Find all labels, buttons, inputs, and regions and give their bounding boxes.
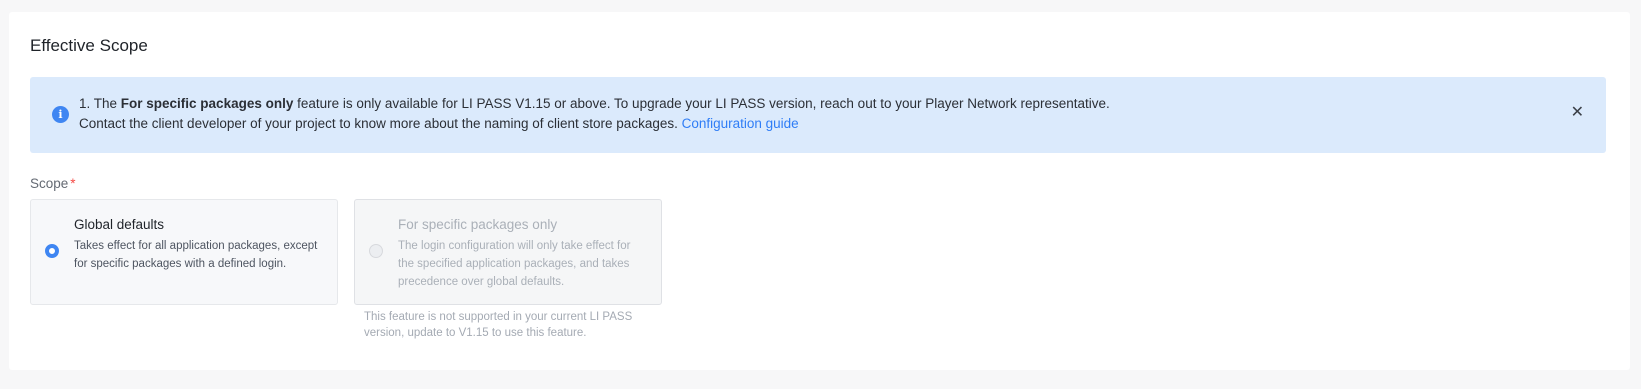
- alert-line1-suffix: feature is only available for LI PASS V1…: [293, 96, 1110, 111]
- option-title: Global defaults: [74, 217, 165, 232]
- alert-line-2: Contact the client developer of your pro…: [79, 114, 1110, 134]
- option-description: The login configuration will only take e…: [398, 240, 631, 288]
- required-mark: *: [70, 176, 76, 191]
- scope-option-specific-packages: For specific packages only The login con…: [354, 199, 662, 305]
- option-title: For specific packages only: [398, 217, 558, 232]
- scope-label: Scope *: [30, 174, 76, 194]
- alert-line-1: 1. The For specific packages only featur…: [79, 94, 1110, 114]
- close-icon[interactable]: ✕: [1571, 103, 1584, 123]
- alert-line2-text: Contact the client developer of your pro…: [79, 116, 682, 131]
- configuration-guide-link[interactable]: Configuration guide: [682, 116, 799, 131]
- alert-line1-prefix: 1. The: [79, 96, 121, 111]
- info-alert: i 1. The For specific packages only feat…: [30, 77, 1606, 153]
- info-icon: i: [52, 106, 69, 123]
- scope-option-global-defaults[interactable]: Global defaults Takes effect for all app…: [30, 199, 338, 305]
- scope-label-text: Scope: [30, 176, 69, 191]
- radio-checked-icon[interactable]: [45, 244, 59, 258]
- section-title: Effective Scope: [30, 36, 148, 55]
- alert-message: 1. The For specific packages only featur…: [79, 94, 1110, 134]
- option-description: Takes effect for all application package…: [74, 240, 318, 270]
- alert-line1-bold: For specific packages only: [120, 96, 294, 111]
- radio-disabled-icon: [369, 244, 383, 258]
- unsupported-feature-note: This feature is not supported in your cu…: [364, 311, 633, 339]
- effective-scope-card: Effective Scope i 1. The For specific pa…: [9, 12, 1630, 370]
